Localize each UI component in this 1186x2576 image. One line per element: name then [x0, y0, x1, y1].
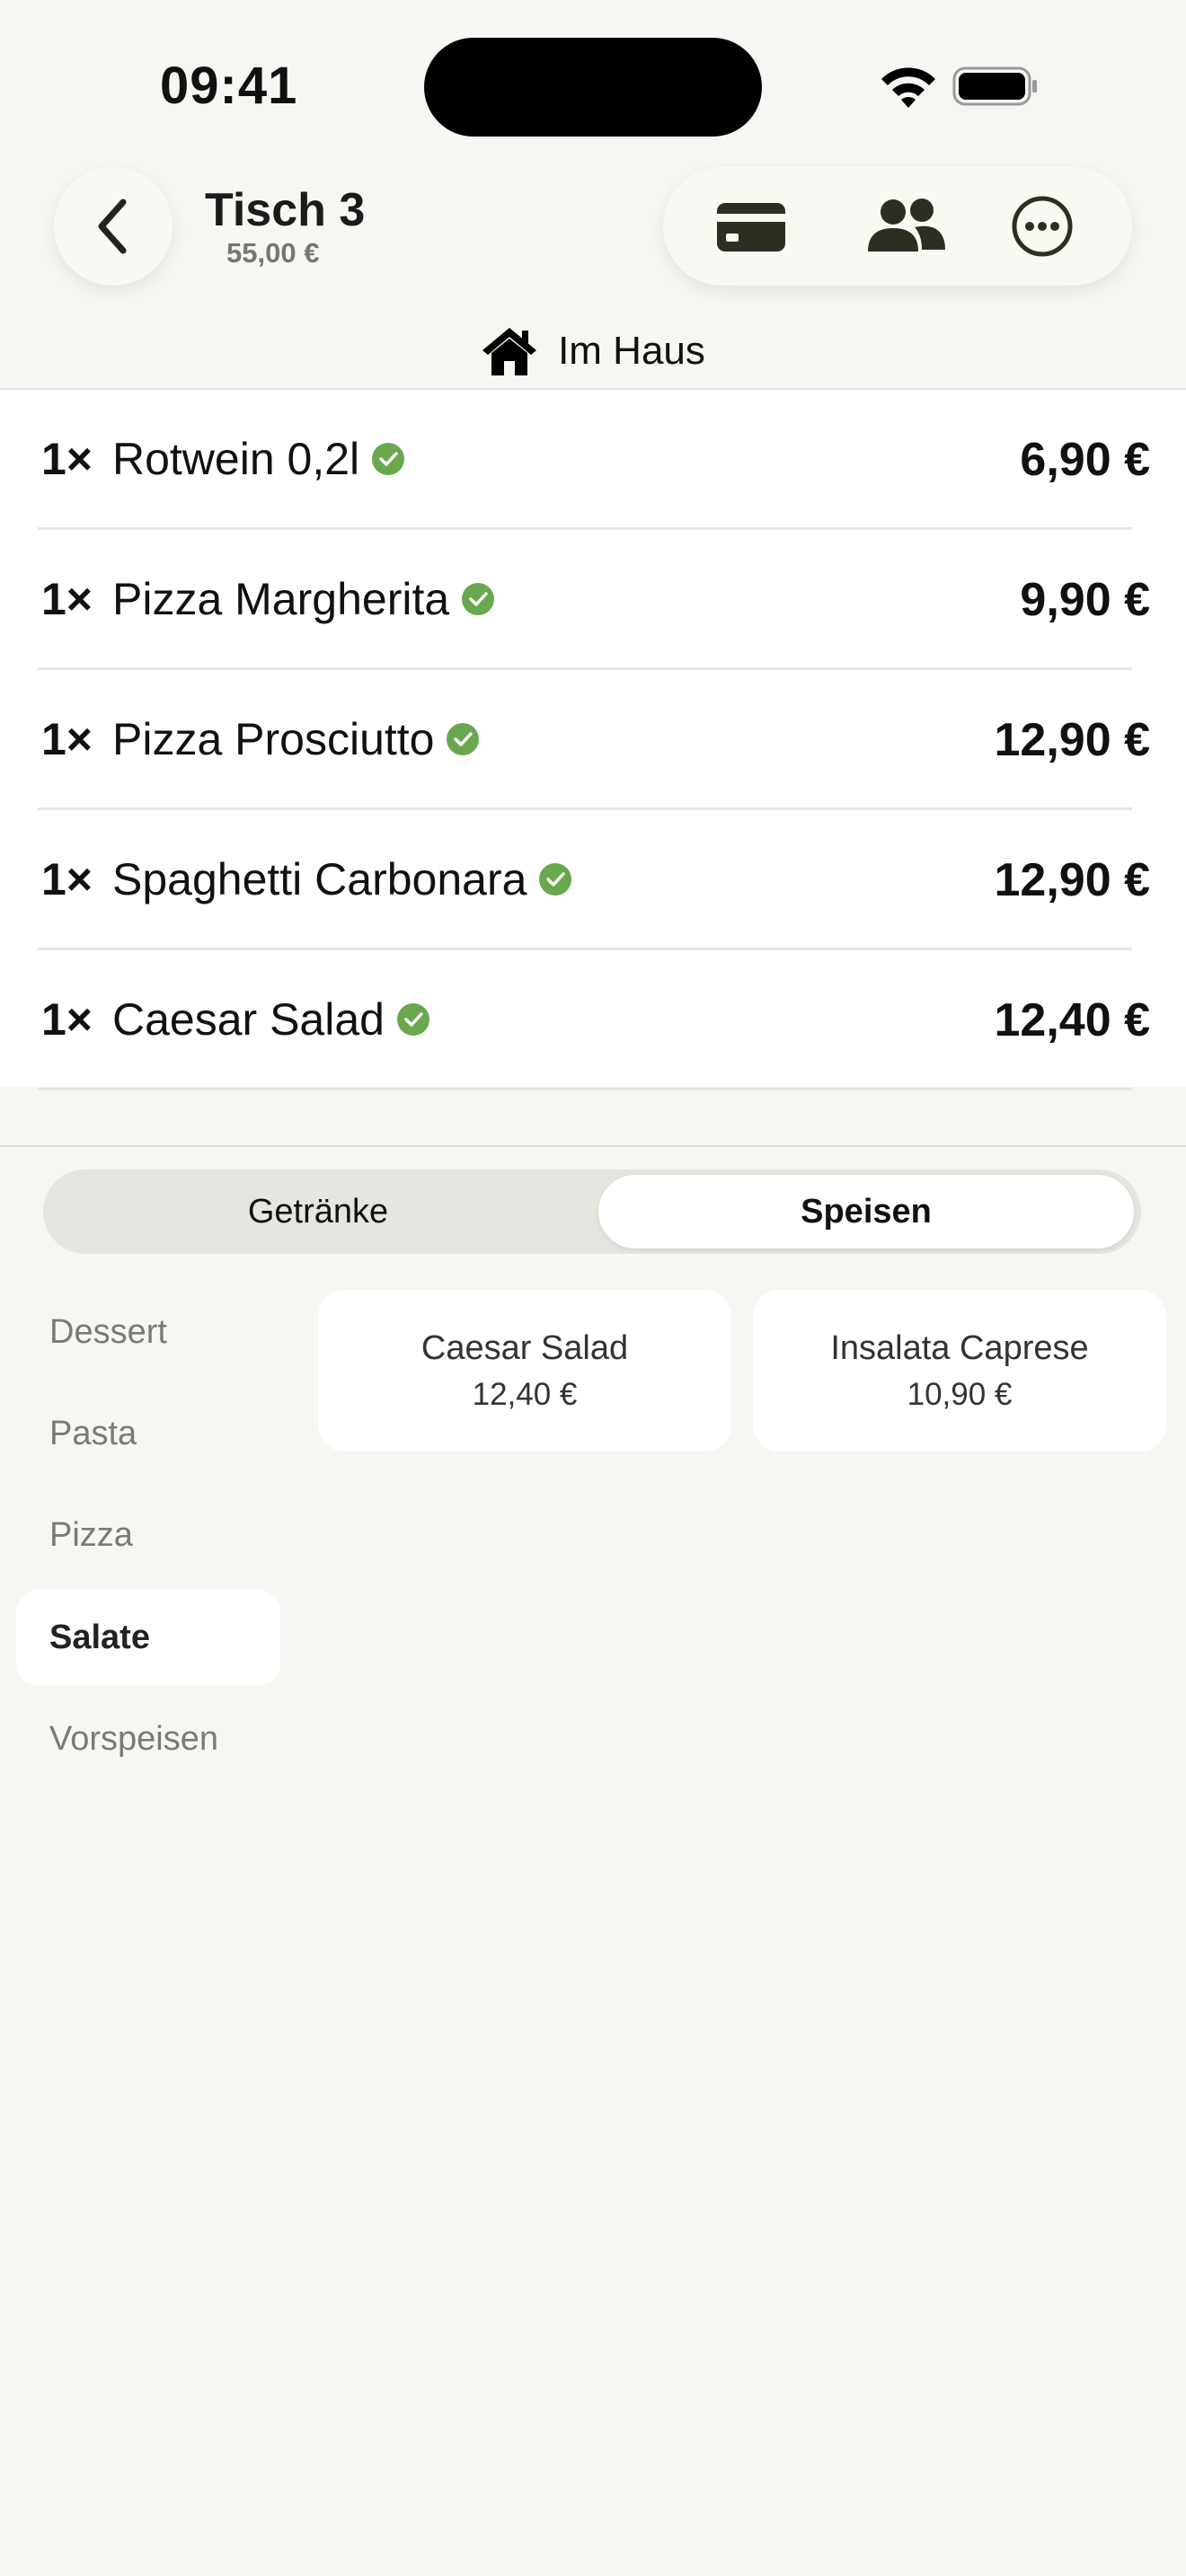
product-card-caesar-salad[interactable]: Caesar Salad 12,40 €: [318, 1290, 731, 1451]
category-pasta[interactable]: Pasta: [16, 1386, 280, 1481]
checkmark-circle-icon: [396, 1003, 429, 1036]
category-vorspeisen[interactable]: Vorspeisen: [16, 1691, 280, 1786]
checkmark-circle-icon: [372, 443, 405, 475]
category-salate[interactable]: Salate: [16, 1590, 280, 1685]
order-price: 6,90 €: [1020, 434, 1150, 486]
back-button[interactable]: [54, 167, 173, 286]
checkmark-circle-icon: [447, 723, 480, 755]
checkmark-circle-icon: [462, 583, 495, 615]
order-list: 1× Rotwein 0,2l 6,90 € 1× Pizza Margheri…: [0, 388, 1186, 1090]
order-item-name: Caesar Salad: [112, 994, 385, 1045]
dynamic-island: [424, 38, 762, 137]
more-button[interactable]: [988, 167, 1096, 286]
order-qty: 1×: [41, 434, 93, 484]
order-location[interactable]: Im Haus: [0, 322, 1186, 381]
order-row[interactable]: 1× Caesar Salad 12,40 €: [38, 950, 1150, 1090]
order-price: 12,90 €: [994, 714, 1151, 766]
order-qty: 1×: [41, 994, 93, 1045]
order-price: 9,90 €: [1020, 574, 1150, 626]
order-row[interactable]: 1× Rotwein 0,2l 6,90 €: [38, 390, 1150, 530]
house-icon: [482, 328, 537, 375]
order-item-name: Spaghetti Carbonara: [112, 854, 527, 904]
order-row[interactable]: 1× Pizza Prosciutto 12,90 €: [38, 670, 1150, 810]
table-total: 55,00 €: [226, 237, 320, 269]
order-qty: 1×: [41, 574, 93, 624]
product-name: Caesar Salad: [420, 1328, 629, 1367]
order-item-name: Rotwein 0,2l: [112, 434, 360, 484]
ellipsis-circle-icon: [1012, 196, 1073, 257]
order-row[interactable]: 1× Spaghetti Carbonara 12,90 €: [38, 810, 1150, 950]
tab-speisen[interactable]: Speisen: [598, 1175, 1134, 1248]
checkmark-circle-icon: [539, 863, 572, 895]
page-title: Tisch 3: [205, 184, 366, 236]
order-item-name: Pizza Prosciutto: [112, 714, 435, 764]
header-actions: [663, 167, 1132, 286]
order-price: 12,40 €: [994, 994, 1151, 1046]
product-price: 10,90 €: [907, 1376, 1013, 1412]
order-qty: 1×: [41, 854, 93, 904]
screen: 09:41 Tisch 3 55,00 € Im Haus 1× Rotwein…: [0, 0, 1186, 2576]
tab-getraenke[interactable]: Getränke: [50, 1175, 586, 1248]
payment-button[interactable]: [697, 167, 805, 286]
product-name: Insalata Caprese: [830, 1328, 1089, 1367]
category-dessert[interactable]: Dessert: [16, 1284, 280, 1380]
order-qty: 1×: [41, 714, 93, 764]
credit-card-icon: [717, 203, 785, 251]
menu-type-segmented-control: Getränke Speisen: [43, 1169, 1141, 1254]
product-card-insalata-caprese[interactable]: Insalata Caprese 10,90 €: [753, 1290, 1166, 1451]
order-item-name: Pizza Margherita: [112, 574, 450, 624]
people-icon: [868, 198, 945, 251]
location-label: Im Haus: [558, 329, 705, 373]
section-divider: [0, 1145, 1186, 1147]
chevron-left-icon: [98, 198, 127, 254]
order-row[interactable]: 1× Pizza Margherita 9,90 €: [38, 530, 1150, 670]
wifi-icon: [881, 67, 935, 108]
product-price: 12,40 €: [472, 1376, 578, 1412]
battery-icon: [952, 66, 1037, 106]
order-price: 12,90 €: [994, 854, 1151, 906]
category-pizza[interactable]: Pizza: [16, 1487, 280, 1583]
split-guests-button[interactable]: [852, 167, 960, 286]
status-time: 09:41: [160, 57, 298, 115]
